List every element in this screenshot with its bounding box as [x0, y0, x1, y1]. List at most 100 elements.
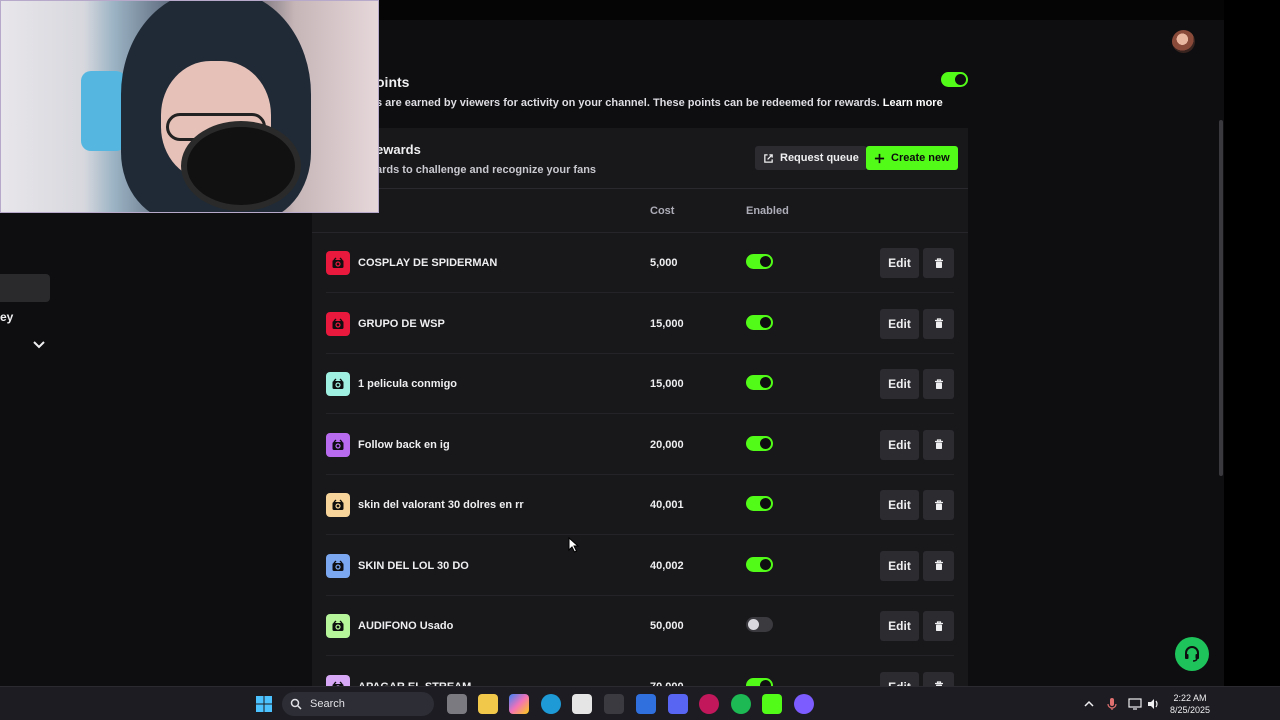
- reward-cost: 20,000: [650, 438, 684, 451]
- search-label: Search: [310, 698, 345, 710]
- request-queue-label: Request queue: [780, 152, 859, 164]
- reward-cost: 15,000: [650, 317, 684, 330]
- edit-button[interactable]: Edit: [880, 611, 919, 641]
- windows-start-icon[interactable]: [254, 694, 274, 714]
- chevron-down-icon[interactable]: [31, 337, 47, 353]
- file-explorer-icon[interactable]: [478, 694, 498, 714]
- reward-gift-icon: [326, 674, 350, 686]
- trash-icon: [934, 439, 943, 449]
- store-icon[interactable]: [572, 694, 592, 714]
- user-avatar[interactable]: [1172, 30, 1195, 53]
- reward-cost: 40,002: [650, 559, 684, 572]
- reward-title: AUDIFONO Usado: [358, 620, 454, 632]
- taskbar-search[interactable]: Search: [282, 692, 434, 716]
- rewards-subtitle: ards to challenge and recognize your fan…: [376, 164, 597, 176]
- edit-button[interactable]: Edit: [880, 369, 919, 399]
- column-header-cost: Cost: [650, 205, 675, 217]
- headset-icon: [1185, 646, 1199, 662]
- edit-button[interactable]: Edit: [880, 550, 919, 581]
- trash-icon: [934, 560, 943, 570]
- help-button[interactable]: [1175, 637, 1209, 671]
- spotify-icon[interactable]: [731, 694, 751, 714]
- reward-row: GRUPO DE WSP 15,000 Edit: [312, 294, 968, 354]
- reward-gift-icon: [326, 311, 350, 336]
- delete-button[interactable]: [923, 369, 954, 399]
- reward-cost: 50,000: [650, 620, 684, 632]
- channel-points-toggle[interactable]: [941, 72, 968, 87]
- reward-title: SKIN DEL LOL 30 DO: [358, 559, 469, 572]
- reward-enabled-toggle[interactable]: [746, 435, 773, 451]
- trash-icon: [934, 620, 943, 631]
- reward-gift-icon: [326, 553, 350, 578]
- reward-title: 1 pelicula conmigo: [358, 378, 458, 390]
- create-new-button[interactable]: Create new: [866, 146, 958, 170]
- app-icon[interactable]: [636, 694, 656, 714]
- sidebar-item-active[interactable]: [0, 274, 50, 302]
- edit-button[interactable]: Edit: [880, 671, 919, 686]
- edit-button[interactable]: Edit: [880, 248, 919, 278]
- reward-row: 1 pelicula conmigo 15,000 Edit: [312, 354, 968, 414]
- delete-button[interactable]: [923, 550, 954, 581]
- reward-enabled-toggle[interactable]: [746, 617, 773, 632]
- reward-cost: 40,001: [650, 499, 684, 511]
- delete-button[interactable]: [923, 429, 954, 460]
- section-description: s are earned by viewers for activity on …: [376, 97, 943, 109]
- volume-icon[interactable]: [1146, 697, 1160, 711]
- reward-row: SKIN DEL LOL 30 DO 40,002 Edit: [312, 536, 968, 596]
- edit-button[interactable]: Edit: [880, 490, 919, 520]
- delete-button[interactable]: [923, 308, 954, 339]
- edit-button[interactable]: Edit: [880, 429, 919, 460]
- obs-icon[interactable]: [604, 694, 624, 714]
- external-link-icon: [764, 153, 773, 163]
- tray-chevron-up-icon[interactable]: [1083, 698, 1095, 710]
- network-icon[interactable]: [1128, 697, 1142, 711]
- scrollbar[interactable]: [1219, 120, 1223, 476]
- delete-button[interactable]: [923, 611, 954, 641]
- reward-row: COSPLAY DE SPIDERMAN 5,000 Edit: [312, 233, 968, 293]
- search-icon: [290, 698, 302, 710]
- reward-row: AUDIFONO Usado 50,000 Edit: [312, 596, 968, 656]
- reward-enabled-toggle[interactable]: [746, 254, 773, 269]
- reward-enabled-toggle[interactable]: [746, 496, 773, 511]
- task-view-icon[interactable]: [447, 694, 467, 714]
- system-clock[interactable]: 2:22 AM 8/25/2025: [1170, 692, 1210, 716]
- app-icon[interactable]: [794, 694, 814, 714]
- sidebar-item-label[interactable]: ey: [0, 310, 13, 324]
- webcam-overlay: [0, 0, 379, 213]
- reward-cost: 5,000: [650, 257, 678, 269]
- reward-enabled-toggle[interactable]: [746, 677, 773, 686]
- right-edge: [1224, 0, 1280, 686]
- request-queue-button[interactable]: Request queue: [755, 146, 867, 170]
- reward-title: COSPLAY DE SPIDERMAN: [358, 257, 498, 269]
- kick-icon[interactable]: [762, 694, 782, 714]
- create-new-label: Create new: [891, 152, 950, 164]
- windows-taskbar: Search 2:22 AM 8/25/2025: [0, 686, 1280, 720]
- reward-enabled-toggle[interactable]: [746, 375, 773, 390]
- discord-icon[interactable]: [668, 694, 688, 714]
- section-title: oints: [376, 74, 410, 90]
- column-header-enabled: Enabled: [746, 205, 789, 217]
- reward-enabled-toggle[interactable]: [746, 556, 773, 572]
- learn-more-link[interactable]: Learn more: [883, 97, 943, 109]
- clock-date: 8/25/2025: [1170, 705, 1211, 715]
- reward-row: skin del valorant 30 dolres en rr 40,001…: [312, 475, 968, 535]
- reward-gift-icon: [326, 372, 350, 396]
- copilot-icon[interactable]: [509, 694, 529, 714]
- trash-icon: [934, 499, 943, 510]
- reward-cost: 15,000: [650, 378, 684, 390]
- divider: [312, 188, 968, 189]
- reward-gift-icon: [326, 251, 350, 275]
- microphone-icon[interactable]: [1106, 697, 1118, 711]
- reward-title: GRUPO DE WSP: [358, 317, 445, 330]
- opera-icon[interactable]: [699, 694, 719, 714]
- delete-button[interactable]: [923, 671, 954, 686]
- delete-button[interactable]: [923, 248, 954, 278]
- reward-enabled-toggle[interactable]: [746, 314, 773, 330]
- delete-button[interactable]: [923, 490, 954, 520]
- trash-icon: [934, 318, 943, 328]
- reward-row: Follow back en ig 20,000 Edit: [312, 415, 968, 475]
- edge-icon[interactable]: [541, 694, 561, 714]
- clock-time: 2:22 AM: [1173, 693, 1207, 703]
- edit-button[interactable]: Edit: [880, 308, 919, 339]
- reward-title: skin del valorant 30 dolres en rr: [358, 499, 524, 511]
